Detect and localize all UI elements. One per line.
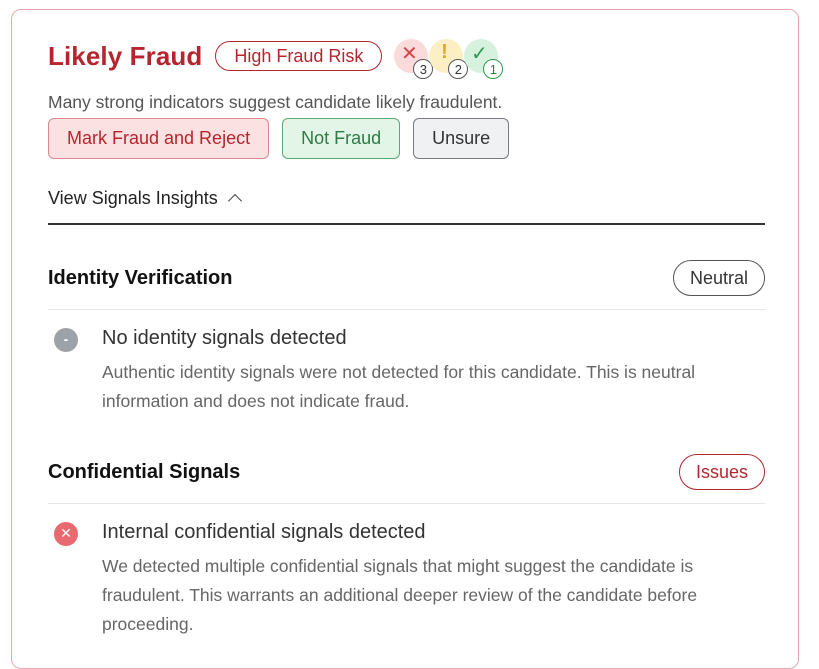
section-header: Confidential Signals Issues xyxy=(48,452,765,492)
signal-title: Internal confidential signals detected xyxy=(102,521,426,543)
section-divider xyxy=(48,503,765,504)
signal-item: ✕ Internal confidential signals detected… xyxy=(48,518,765,639)
mark-fraud-reject-button[interactable]: Mark Fraud and Reject xyxy=(48,118,270,159)
section-divider xyxy=(48,309,765,310)
positive-signal-count: 1 xyxy=(483,59,504,79)
section-title: Confidential Signals xyxy=(48,460,241,483)
issues-status-badge: Issues xyxy=(678,454,765,490)
section-confidential-signals: Confidential Signals Issues ✕ Internal c… xyxy=(48,452,765,639)
action-buttons: Mark Fraud and Reject Not Fraud Unsure xyxy=(48,118,522,159)
exclamation-icon: ! 2 xyxy=(429,39,469,79)
insights-toggle-label: View Signals Insights xyxy=(48,188,218,208)
neutral-dot-icon: - xyxy=(54,328,78,352)
signal-item: - No identity signals detected Authentic… xyxy=(48,324,765,416)
section-identity-verification: Identity Verification Neutral - No ident… xyxy=(48,258,765,416)
section-title: Identity Verification xyxy=(48,266,233,289)
signal-description: Authentic identity signals were not dete… xyxy=(102,362,696,411)
unsure-button[interactable]: Unsure xyxy=(413,118,510,159)
insights-divider xyxy=(48,223,765,225)
signal-description: We detected multiple confidential signal… xyxy=(102,556,698,634)
status-title: Likely Fraud xyxy=(48,40,203,71)
x-circle-icon: ✕ xyxy=(54,522,78,546)
header-row: Likely Fraud High Fraud Risk ✕ 3 ! 2 ✓ 1 xyxy=(48,38,504,79)
check-icon: ✓ 1 xyxy=(464,39,504,79)
risk-level-pill: High Fraud Risk xyxy=(215,41,383,71)
chevron-up-icon xyxy=(227,193,242,209)
signal-title: No identity signals detected xyxy=(102,327,347,349)
not-fraud-button[interactable]: Not Fraud xyxy=(282,118,401,159)
view-signals-insights-toggle[interactable]: View Signals Insights xyxy=(48,188,242,209)
section-header: Identity Verification Neutral xyxy=(48,258,765,298)
fraud-assessment-card: Likely Fraud High Fraud Risk ✕ 3 ! 2 ✓ 1… xyxy=(11,9,799,669)
neutral-status-badge: Neutral xyxy=(672,260,765,296)
signal-counts: ✕ 3 ! 2 ✓ 1 xyxy=(394,39,504,79)
assessment-summary: Many strong indicators suggest candidate… xyxy=(48,92,503,112)
x-icon: ✕ 3 xyxy=(394,39,434,79)
